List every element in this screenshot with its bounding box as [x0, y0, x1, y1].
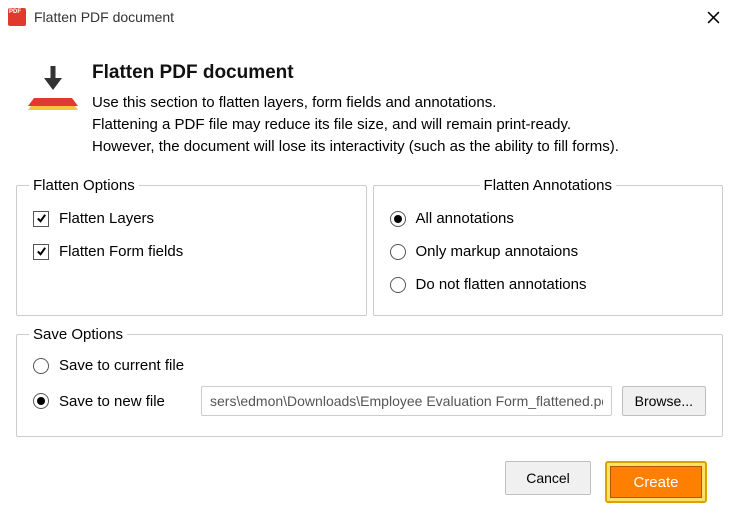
annotations-markup-radio[interactable]: [390, 244, 406, 260]
save-options-group: Save Options Save to current file Save t…: [16, 326, 723, 437]
flatten-form-fields-label: Flatten Form fields: [59, 243, 183, 260]
create-button-highlight: Create: [605, 461, 707, 503]
app-icon: [8, 8, 26, 26]
flatten-layers-label: Flatten Layers: [59, 210, 154, 227]
annotations-all-label: All annotations: [416, 210, 514, 227]
close-button[interactable]: [697, 3, 729, 31]
dialog-desc-line1: Use this section to flatten layers, form…: [92, 94, 496, 111]
create-button[interactable]: Create: [610, 466, 702, 498]
flatten-icon: [28, 62, 78, 118]
check-icon: [36, 246, 47, 257]
annotations-none-label: Do not flatten annotations: [416, 276, 587, 293]
dialog-heading: Flatten PDF document: [92, 62, 619, 84]
close-icon: [707, 11, 720, 24]
browse-button[interactable]: Browse...: [622, 386, 706, 416]
save-new-radio[interactable]: [33, 393, 49, 409]
save-current-label: Save to current file: [59, 357, 184, 374]
dialog-desc-line3: However, the document will lose its inte…: [92, 138, 619, 155]
save-path-input[interactable]: [201, 386, 612, 416]
flatten-layers-checkbox[interactable]: [33, 211, 49, 227]
flatten-annotations-legend: Flatten Annotations: [480, 177, 616, 194]
flatten-options-legend: Flatten Options: [29, 177, 139, 194]
window-title: Flatten PDF document: [34, 9, 697, 25]
save-current-radio[interactable]: [33, 358, 49, 374]
flatten-annotations-group: Flatten Annotations All annotations Only…: [373, 177, 724, 316]
annotations-all-radio[interactable]: [390, 211, 406, 227]
annotations-markup-label: Only markup annotaions: [416, 243, 579, 260]
annotations-none-radio[interactable]: [390, 277, 406, 293]
flatten-options-group: Flatten Options Flatten Layers Flatten F…: [16, 177, 367, 316]
flatten-form-fields-checkbox[interactable]: [33, 244, 49, 260]
save-new-label: Save to new file: [59, 393, 165, 410]
dialog-desc-line2: Flattening a PDF file may reduce its fil…: [92, 116, 571, 133]
check-icon: [36, 213, 47, 224]
save-options-legend: Save Options: [29, 326, 127, 343]
cancel-button[interactable]: Cancel: [505, 461, 591, 495]
